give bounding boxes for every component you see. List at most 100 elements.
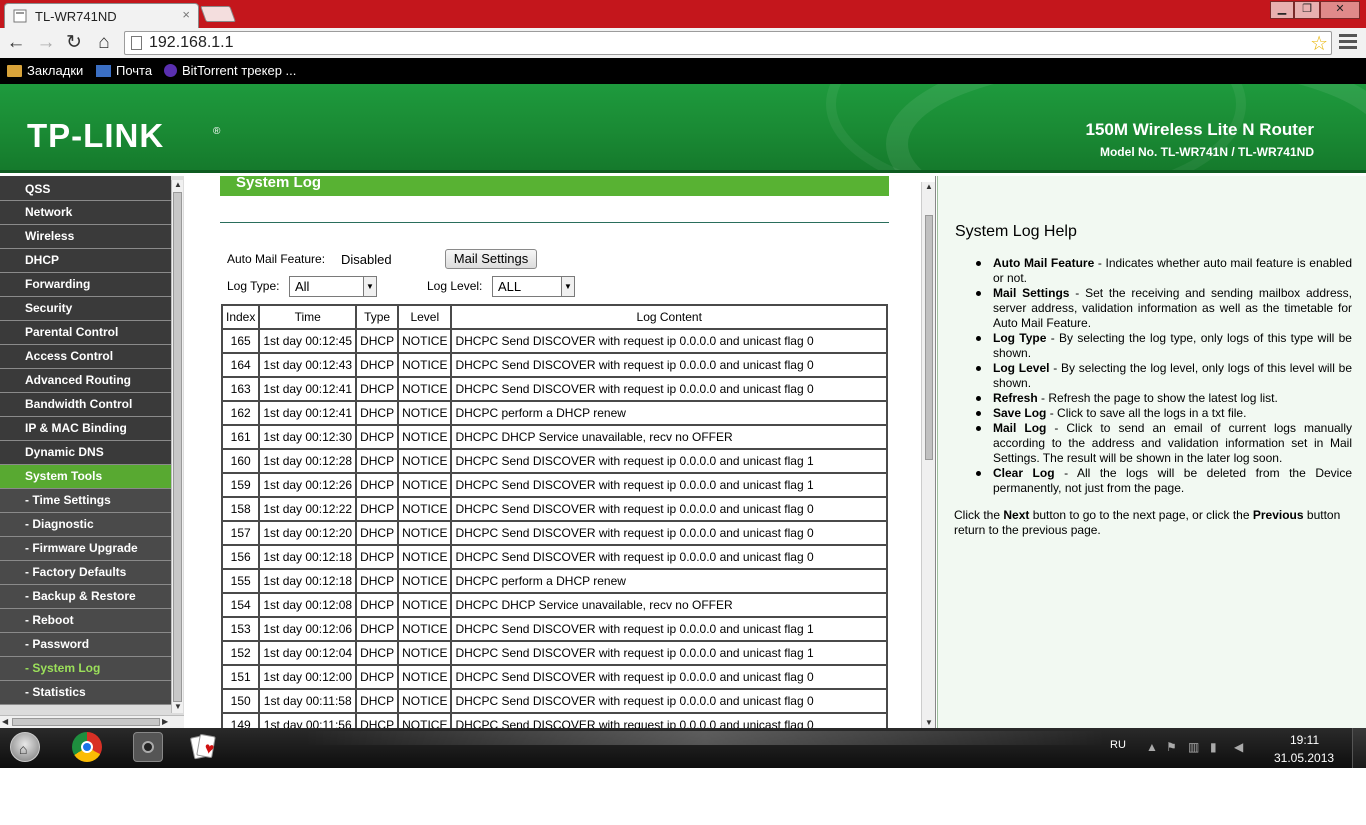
menu-item[interactable]: Wireless [0, 225, 171, 249]
show-desktop-button[interactable] [1352, 728, 1366, 768]
volume-icon[interactable]: ◀ [1234, 740, 1243, 754]
scrollbar-thumb[interactable] [12, 718, 160, 726]
clock-date[interactable]: 31.05.2013 [1274, 751, 1334, 765]
flag-icon[interactable]: ⚑ [1166, 740, 1177, 754]
table-cell: NOTICE [397, 616, 453, 642]
table-cell: 154 [220, 592, 261, 618]
scroll-down-arrow-icon[interactable]: ▼ [174, 702, 182, 711]
bookmark-item[interactable]: Закладки [7, 63, 83, 78]
help-item: Log Type - By selecting the log type, on… [976, 331, 1352, 361]
scrollbar-thumb[interactable] [925, 215, 933, 460]
column-header: Time [258, 304, 358, 330]
language-indicator[interactable]: RU [1110, 739, 1126, 751]
chrome-icon[interactable] [72, 732, 102, 762]
table-cell: NOTICE [397, 496, 453, 522]
power-icon[interactable]: ▮ [1210, 740, 1217, 754]
window-maximize-button[interactable]: ❐ [1294, 1, 1320, 19]
browser-tab[interactable]: TL-WR741ND × [4, 3, 199, 28]
show-hidden-icons-icon[interactable]: ▲ [1146, 740, 1158, 754]
menu-item[interactable]: Parental Control [0, 321, 171, 345]
menu-item[interactable]: DHCP [0, 249, 171, 273]
table-cell: 1st day 00:12:04 [258, 640, 358, 666]
menu-horizontal-scrollbar[interactable]: ◀ ▶ [0, 715, 184, 728]
help-footer: Click the Next button to go to the next … [954, 508, 1354, 538]
table-cell: DHCPC Send DISCOVER with request ip 0.0.… [450, 712, 888, 728]
section-title: System Log [236, 176, 322, 191]
table-cell: 156 [220, 544, 261, 570]
menu-list: QSS Network Wireless DHCP Forwarding Security… [0, 176, 171, 705]
menu-item[interactable]: Access Control [0, 345, 171, 369]
back-arrow-icon[interactable]: ← [4, 32, 28, 54]
table-cell: DHCPC Send DISCOVER with request ip 0.0.… [450, 376, 888, 402]
scroll-right-arrow-icon[interactable]: ▶ [162, 717, 168, 726]
tab-close-icon[interactable]: × [182, 7, 190, 22]
table-cell: DHCP [355, 376, 400, 402]
chevron-down-icon[interactable]: ▼ [363, 277, 376, 296]
menu-item[interactable]: QSS [0, 176, 171, 201]
menu-item[interactable]: System Tools [0, 465, 171, 489]
bookmarks-bar: Закладки Почта BitTorrent трекер ... [0, 58, 1366, 84]
tab-favicon-icon [13, 9, 27, 23]
menu-icon[interactable] [1339, 34, 1357, 52]
solitaire-icon[interactable]: ♥ [188, 732, 218, 762]
router-header: TP-LINK ® 150M Wireless Lite N Router Mo… [0, 84, 1366, 173]
chevron-down-icon[interactable]: ▼ [561, 277, 574, 296]
menu-item[interactable]: Bandwidth Control [0, 393, 171, 417]
menu-item[interactable]: - Statistics [0, 681, 171, 705]
help-term: Refresh [993, 391, 1038, 405]
scroll-down-arrow-icon[interactable]: ▼ [925, 718, 933, 727]
menu-item[interactable]: Dynamic DNS [0, 441, 171, 465]
menu-item[interactable]: - Diagnostic [0, 513, 171, 537]
bookmark-item[interactable]: BitTorrent трекер ... [164, 63, 296, 78]
help-item: Refresh - Refresh the page to show the l… [976, 391, 1352, 406]
table-cell: 149 [220, 712, 261, 728]
scroll-up-arrow-icon[interactable]: ▲ [174, 180, 182, 189]
address-url[interactable]: 192.168.1.1 [149, 34, 234, 52]
menu-item[interactable]: Advanced Routing [0, 369, 171, 393]
start-orb-icon[interactable]: ⌂ [10, 732, 40, 762]
table-cell: NOTICE [397, 376, 453, 402]
menu-item[interactable]: Forwarding [0, 273, 171, 297]
star-icon[interactable]: ☆ [1310, 31, 1328, 56]
main-vertical-scrollbar[interactable]: ▲ ▼ [921, 182, 935, 728]
network-icon[interactable]: ▥ [1188, 740, 1199, 754]
scroll-left-arrow-icon[interactable]: ◀ [2, 717, 8, 726]
window-minimize-button[interactable]: ▁ [1270, 1, 1294, 19]
menu-item[interactable]: - Factory Defaults [0, 561, 171, 585]
menu-item[interactable]: Network [0, 201, 171, 225]
menu-item[interactable]: - Backup & Restore [0, 585, 171, 609]
table-cell: 152 [220, 640, 261, 666]
log-type-select[interactable]: All ▼ [289, 276, 377, 297]
mail-settings-button[interactable]: Mail Settings [445, 249, 537, 269]
scroll-up-arrow-icon[interactable]: ▲ [925, 182, 933, 191]
menu-item[interactable]: - Time Settings [0, 489, 171, 513]
menu-item[interactable]: - Firmware Upgrade [0, 537, 171, 561]
clock-time[interactable]: 19:11 [1290, 733, 1319, 747]
menu-item[interactable]: IP & MAC Binding [0, 417, 171, 441]
table-cell: DHCPC Send DISCOVER with request ip 0.0.… [450, 640, 888, 666]
address-bar[interactable]: 192.168.1.1 ☆ [124, 31, 1332, 55]
menu-item[interactable]: - Reboot [0, 609, 171, 633]
menu-item[interactable]: - Password [0, 633, 171, 657]
menu-vertical-scrollbar[interactable]: ▲ ▼ [171, 180, 183, 713]
table-cell: DHCP [355, 424, 400, 450]
media-player-icon[interactable] [133, 732, 163, 762]
bookmark-item[interactable]: Почта [96, 63, 152, 78]
table-cell: DHCPC Send DISCOVER with request ip 0.0.… [450, 496, 888, 522]
window-close-button[interactable]: ✕ [1320, 1, 1360, 19]
table-cell: 165 [220, 328, 261, 354]
new-tab-button[interactable] [200, 6, 236, 22]
menu-item[interactable]: - System Log [0, 657, 171, 681]
table-cell: DHCPC Send DISCOVER with request ip 0.0.… [450, 544, 888, 570]
scrollbar-thumb[interactable] [173, 192, 182, 702]
table-row: 152 1st day 00:12:04 DHCP NOTICE DHCPC Send … [220, 640, 888, 666]
reload-icon[interactable]: ↻ [62, 32, 86, 54]
table-body: 165 1st day 00:12:45 DHCP NOTICE DHCPC Send … [220, 328, 888, 728]
forward-arrow-icon[interactable]: → [34, 32, 58, 54]
log-level-select[interactable]: ALL ▼ [492, 276, 575, 297]
menu-item[interactable]: Security [0, 297, 171, 321]
help-list: Auto Mail Feature - Indicates whether au… [976, 256, 1352, 496]
table-cell: DHCP [355, 568, 400, 594]
main-frame: System Log Auto Mail Feature: Disabled M… [184, 176, 936, 728]
home-icon[interactable]: ⌂ [92, 32, 116, 54]
